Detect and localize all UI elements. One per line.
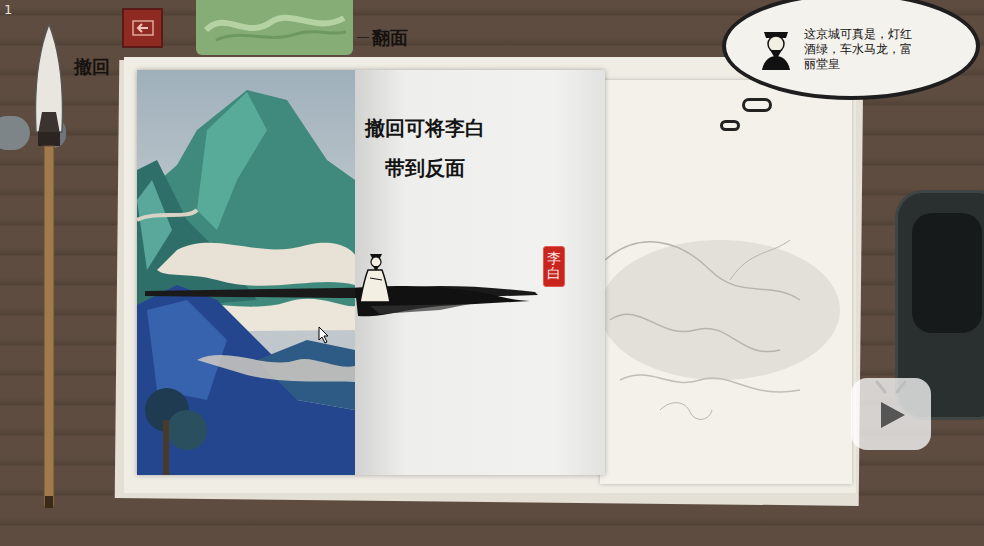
hint-text: 撤回可将李白 带到反面 [345, 114, 505, 182]
play-watermark[interactable] [851, 378, 931, 450]
sketch-icon [600, 80, 852, 484]
li-bai-icon[interactable] [356, 250, 396, 306]
flip-connector [357, 37, 369, 38]
li-bai-seal: 李白 [543, 246, 565, 287]
flip-button[interactable] [196, 0, 353, 55]
mountain-painting-icon [137, 70, 355, 475]
play-icon [851, 378, 931, 450]
right-sheet [600, 80, 852, 484]
back-arrow-icon [130, 18, 156, 38]
level-number: 1 [4, 0, 12, 20]
painting-front [137, 70, 355, 475]
game-scene: 1 撤回 翻面 [0, 0, 984, 546]
hint-line: 带到反面 [385, 154, 465, 182]
cursor-icon [318, 326, 330, 344]
small-bubble [742, 98, 772, 112]
undo-button[interactable] [122, 8, 163, 48]
small-bubble [720, 120, 740, 131]
seal-text: 李白 [547, 251, 561, 282]
li-bai-portrait-icon [756, 26, 796, 72]
thought-text: 这京城可真是，灯红酒绿，车水马龙，富丽堂皇 [804, 27, 916, 72]
ink-path-icon [140, 274, 550, 324]
ink-well [912, 213, 982, 333]
flip-label: 翻面 [372, 24, 408, 51]
flip-pattern-icon [196, 0, 353, 55]
brush-icon[interactable] [24, 22, 74, 512]
hint-line: 撤回可将李白 [365, 114, 485, 142]
undo-label: 撤回 [74, 53, 110, 80]
stone [0, 116, 30, 150]
